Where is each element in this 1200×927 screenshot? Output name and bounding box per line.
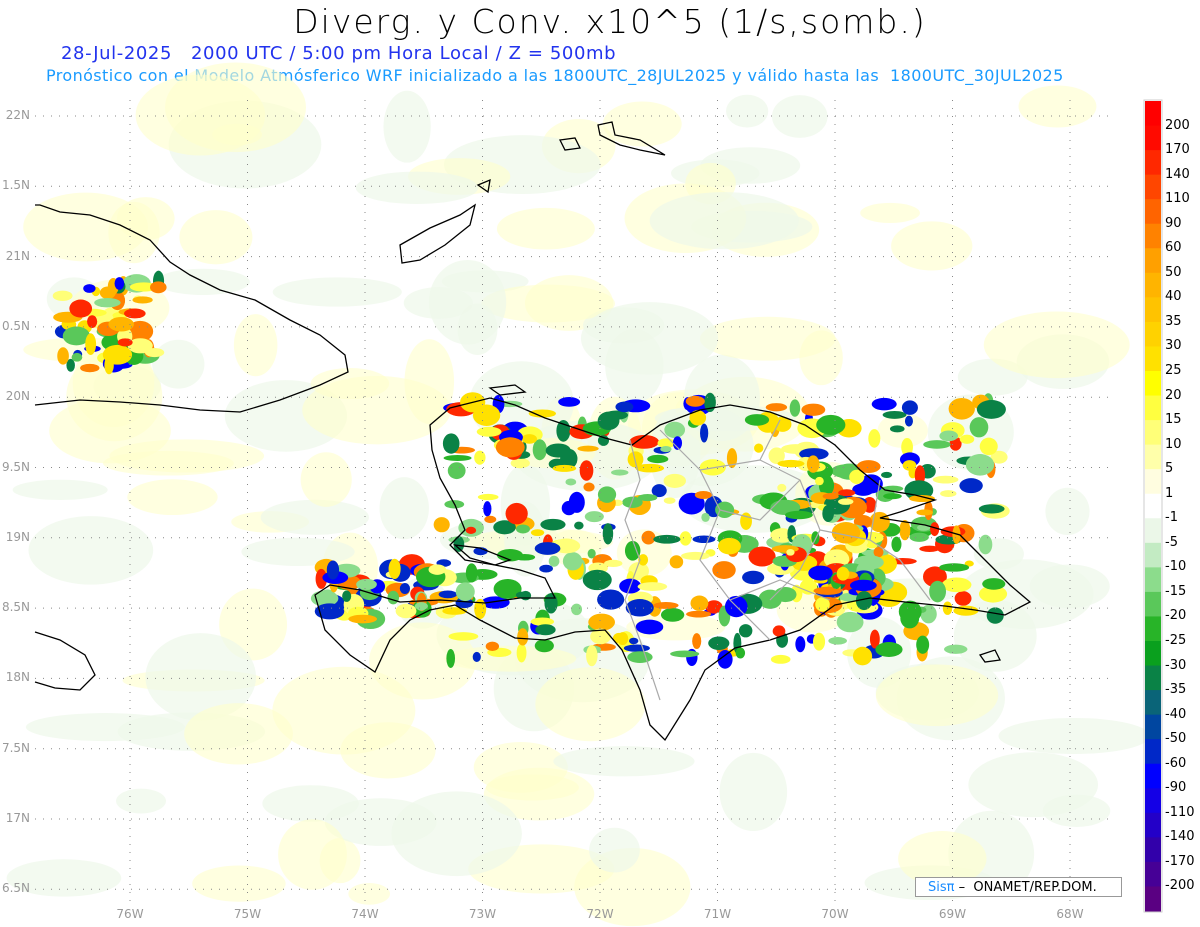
sispi-logo: Sisπ: [928, 880, 955, 895]
lon-label: 74W: [351, 907, 379, 921]
colorbar-swatch: [1145, 542, 1161, 568]
colorbar-swatch: [1145, 199, 1161, 225]
colorbar-swatch: [1145, 591, 1161, 617]
colorbar-label: -140: [1165, 829, 1195, 845]
lat-label: 6.5N: [1, 881, 30, 896]
colorbar-swatch: [1145, 788, 1161, 814]
lat-label: 21N: [5, 248, 30, 263]
colorbar-swatch: [1145, 812, 1161, 838]
colorbar-swatch: [1145, 248, 1161, 274]
colorbar-label: 90: [1165, 215, 1182, 231]
colorbar-swatch: [1145, 690, 1161, 716]
lon-label: 71W: [703, 907, 732, 921]
colorbar-swatch: [1145, 763, 1161, 789]
colorbar-swatch: [1145, 174, 1161, 200]
colorbar-label: -60: [1165, 755, 1187, 771]
colorbar-swatch: [1145, 641, 1161, 667]
colorbar-label: -25: [1165, 633, 1187, 648]
colorbar-label: -90: [1165, 780, 1187, 796]
colorbar-label: 140: [1165, 166, 1190, 182]
colorbar-swatch: [1145, 714, 1161, 740]
colorbar-label: 1: [1165, 485, 1174, 501]
colorbar-swatch: [1145, 469, 1161, 495]
colorbar-label: -30: [1165, 657, 1187, 673]
colorbar-swatch: [1145, 444, 1161, 470]
colorbar-label: 20: [1165, 387, 1182, 403]
colorbar-swatch: [1145, 886, 1161, 912]
colorbar-label: 30: [1165, 338, 1182, 354]
colorbar-label: 60: [1165, 240, 1182, 256]
lat-label: 22N: [5, 108, 30, 122]
colorbar-label: -170: [1165, 853, 1195, 869]
colorbar-swatch: [1145, 223, 1161, 249]
colorbar-label: 15: [1165, 412, 1182, 428]
colorbar-label: -35: [1165, 682, 1187, 698]
lat-label: 0.5N: [1, 318, 30, 333]
lat-label: 9.5N: [1, 459, 30, 474]
colorbar-label: 25: [1165, 363, 1182, 378]
colorbar-label: -5: [1165, 534, 1178, 550]
colorbar-swatch: [1145, 371, 1161, 397]
colorbar-label: -15: [1165, 583, 1187, 599]
lat-label: 18N: [5, 670, 30, 685]
lon-label: 76W: [116, 907, 144, 921]
colorbar-label: -1: [1165, 510, 1178, 526]
credit-box: Sisπ – ONAMET/REP.DOM.: [915, 877, 1122, 897]
colorbar-label: 40: [1165, 289, 1182, 305]
lon-label: 75W: [233, 907, 262, 921]
colorbar-swatch: [1145, 616, 1161, 642]
colorbar-swatch: [1145, 665, 1161, 691]
colorbar-label: -50: [1165, 731, 1187, 747]
colorbar-swatch: [1145, 150, 1161, 176]
colorbar-swatch: [1145, 420, 1161, 446]
colorbar-label: 5: [1165, 461, 1174, 477]
colorbar-label: 10: [1165, 436, 1182, 452]
colorbar-label: -40: [1165, 706, 1187, 722]
colorbar-swatch: [1145, 493, 1161, 519]
lon-label: 69W: [938, 907, 967, 921]
colorbar-label: 110: [1165, 191, 1190, 207]
colorbar-label: -20: [1165, 608, 1187, 624]
colorbar-label: 170: [1165, 142, 1190, 158]
lon-label: 68W: [1056, 907, 1084, 921]
colorbar-swatch: [1145, 837, 1161, 863]
colorbar-label: 50: [1165, 264, 1182, 280]
colorbar-swatch: [1145, 567, 1161, 593]
colorbar-swatch: [1145, 518, 1161, 544]
colorbar-label: -110: [1165, 804, 1195, 820]
colorbar-label: 35: [1165, 313, 1182, 329]
colorbar-label: -10: [1165, 559, 1187, 575]
colorbar-label: -200: [1165, 878, 1195, 894]
lat-label: 7.5N: [1, 740, 30, 755]
colorbar: [1143, 99, 1163, 913]
lat-label: 8.5N: [1, 600, 30, 615]
colorbar-swatch: [1145, 272, 1161, 298]
colorbar-swatch: [1145, 346, 1161, 372]
lon-label: 70W: [821, 907, 849, 921]
colorbar-swatch: [1145, 297, 1161, 323]
colorbar-swatch: [1145, 101, 1161, 127]
credit-text: – ONAMET/REP.DOM.: [954, 880, 1097, 895]
colorbar-label: 200: [1165, 117, 1190, 133]
colorbar-swatch: [1145, 861, 1161, 887]
lon-label: 72W: [586, 907, 614, 921]
colorbar-swatch: [1145, 739, 1161, 765]
colorbar-swatch: [1145, 321, 1161, 347]
lon-label: 73W: [468, 907, 497, 921]
lat-label: 20N: [5, 389, 30, 404]
colorbar-swatch: [1145, 395, 1161, 421]
lat-label: 19N: [5, 529, 30, 544]
lat-label: 1.5N: [1, 178, 30, 193]
divergence-map: [6, 62, 1163, 927]
colorbar-swatch: [1145, 125, 1161, 151]
lat-label: 17N: [5, 811, 30, 825]
